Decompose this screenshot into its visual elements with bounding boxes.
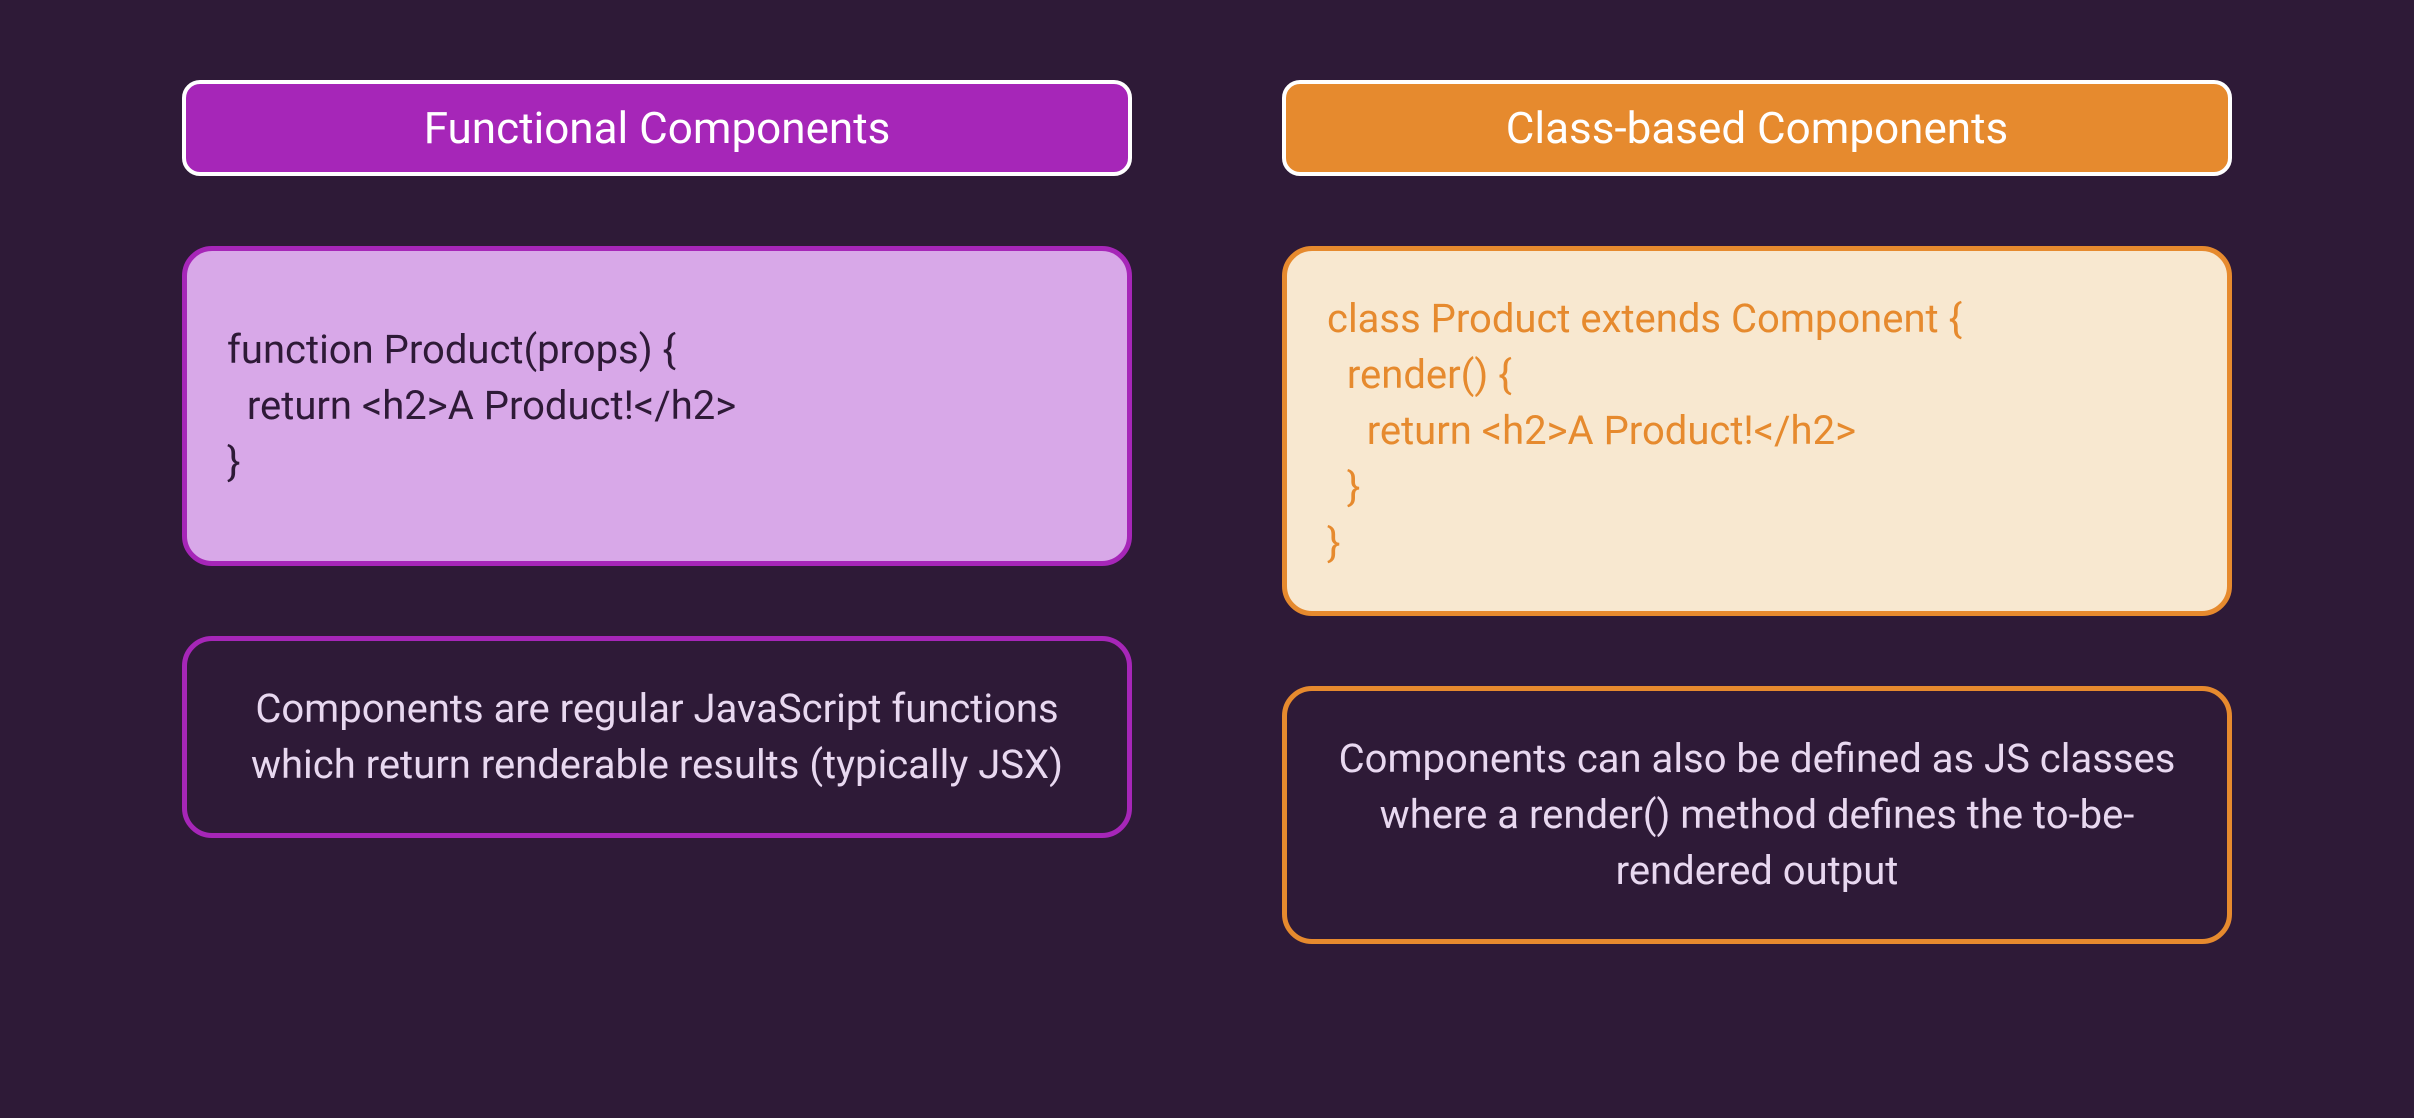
functional-column: Functional Components function Product(p… xyxy=(182,80,1132,944)
functional-title: Functional Components xyxy=(424,102,891,154)
functional-description-box: Components are regular JavaScript functi… xyxy=(182,636,1132,838)
class-title: Class-based Components xyxy=(1506,102,2008,154)
class-description: Components can also be defined as JS cla… xyxy=(1339,735,2176,894)
class-code: class Product extends Component { render… xyxy=(1327,291,1962,571)
class-code-box: class Product extends Component { render… xyxy=(1282,246,2232,616)
functional-description: Components are regular JavaScript functi… xyxy=(251,685,1063,788)
comparison-columns: Functional Components function Product(p… xyxy=(90,80,2324,944)
functional-code: function Product(props) { return <h2>A P… xyxy=(227,322,736,490)
class-description-box: Components can also be defined as JS cla… xyxy=(1282,686,2232,944)
functional-code-box: function Product(props) { return <h2>A P… xyxy=(182,246,1132,566)
class-header: Class-based Components xyxy=(1282,80,2232,176)
functional-header: Functional Components xyxy=(182,80,1132,176)
class-column: Class-based Components class Product ext… xyxy=(1282,80,2232,944)
